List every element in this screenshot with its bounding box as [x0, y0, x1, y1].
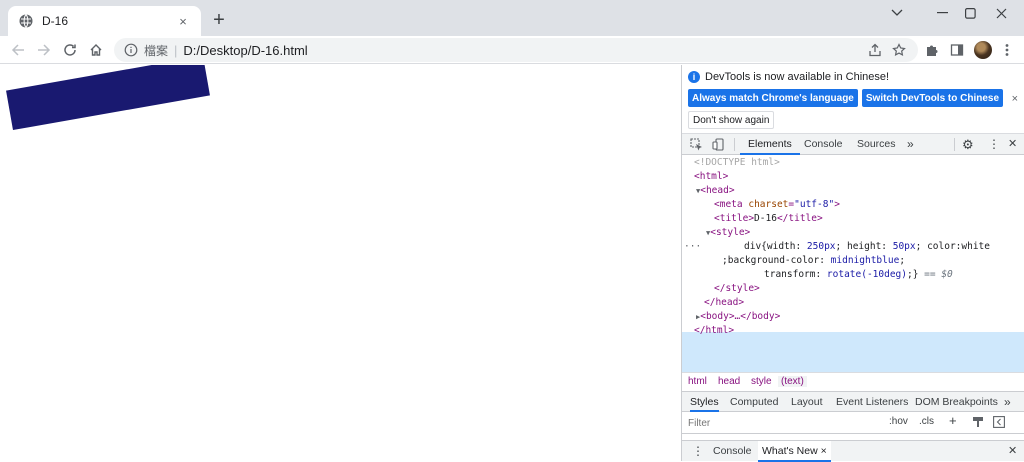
page-viewport [0, 65, 681, 461]
tab-search-icon[interactable] [874, 0, 920, 26]
back-button[interactable] [7, 39, 29, 61]
tab-layout[interactable]: Layout [791, 392, 823, 412]
close-devtools-icon[interactable]: ✕ [1008, 134, 1017, 155]
dom-node-meta[interactable]: <meta charset="utf-8"> [714, 198, 840, 212]
drawer-tab-console[interactable]: Console [713, 441, 752, 462]
site-label: 檔案 [144, 43, 169, 58]
tab-strip: D-16 × + [0, 0, 1024, 36]
devtools-language-infobar: i DevTools is now available in Chinese! … [682, 65, 1024, 134]
dom-node-title[interactable]: <title>D-16</title> [714, 212, 823, 226]
arrow-right-icon [38, 44, 51, 56]
dom-node-head[interactable]: ▼<head> [696, 184, 735, 198]
dom-node-html-close[interactable]: </html> [694, 324, 734, 338]
tab-close-icon[interactable]: × [175, 14, 191, 29]
dom-node-html[interactable]: <html> [694, 170, 728, 184]
selected-node-highlight [682, 332, 1024, 372]
dom-node-body[interactable]: ▶<body>…</body> [696, 310, 780, 324]
dom-node-head-close[interactable]: </head> [704, 296, 744, 310]
more-subtabs-icon[interactable]: » [1004, 392, 1011, 412]
arrow-left-icon [11, 44, 24, 56]
breadcrumb-style[interactable]: style [751, 376, 772, 387]
extensions-puzzle-icon[interactable] [923, 41, 941, 59]
devtools-panel: i DevTools is now available in Chinese! … [681, 65, 1024, 462]
browser-tab[interactable]: D-16 × [8, 6, 201, 36]
side-panel-icon[interactable] [948, 41, 966, 59]
inspect-element-icon[interactable] [689, 137, 703, 151]
css-text-line-1[interactable]: div{width: 250px; height: 50px; color:wh… [744, 240, 990, 254]
tab-title: D-16 [42, 14, 69, 28]
tab-styles[interactable]: Styles [690, 392, 719, 412]
styles-filter-bar: :hov .cls + [682, 412, 1024, 434]
breadcrumb-text[interactable]: (text) [778, 376, 807, 387]
switch-to-chinese-button[interactable]: Switch DevTools to Chinese [861, 89, 1004, 107]
rotated-div [6, 65, 210, 131]
new-tab-button[interactable]: + [208, 9, 230, 31]
devtools-drawer: ⋮ Console What's New × ✕ [682, 440, 1024, 462]
reload-button[interactable] [59, 39, 81, 61]
profile-avatar[interactable] [974, 41, 992, 59]
globe-icon [19, 14, 33, 28]
hov-toggle[interactable]: :hov [889, 416, 908, 427]
cls-toggle[interactable]: .cls [919, 416, 934, 427]
drawer-menu-icon[interactable]: ⋮ [692, 441, 704, 462]
settings-gear-icon[interactable]: ⚙ [962, 134, 974, 155]
browser-toolbar: 檔案 | D:/Desktop/D-16.html [0, 36, 1024, 64]
tab-dom-breakpoints[interactable]: DOM Breakpoints [915, 392, 998, 412]
devtools-main-tabs: Elements Console Sources » ⚙ ⋮ ✕ [682, 134, 1024, 155]
drawer-tab-whats-new[interactable]: What's New × [758, 441, 831, 462]
dom-node-style-close[interactable]: </style> [714, 282, 760, 296]
tab-computed[interactable]: Computed [730, 392, 778, 412]
dom-node-doctype[interactable]: <!DOCTYPE html> [694, 156, 780, 170]
tab-sources[interactable]: Sources [857, 134, 896, 155]
bookmark-star-icon[interactable] [890, 41, 908, 59]
tab-event-listeners[interactable]: Event Listeners [836, 392, 908, 412]
breadcrumb-head[interactable]: head [718, 376, 740, 387]
close-drawer-icon[interactable]: ✕ [1008, 441, 1017, 462]
home-icon [90, 44, 102, 56]
url-text[interactable]: D:/Desktop/D-16.html [183, 43, 307, 58]
infobar-close-icon[interactable]: × [1012, 93, 1018, 105]
tab-console[interactable]: Console [804, 134, 843, 155]
toggle-sidebar-icon[interactable] [993, 416, 1005, 431]
forward-button[interactable] [33, 39, 55, 61]
infobar-message: DevTools is now available in Chinese! [705, 71, 890, 83]
node-actions-dots-icon[interactable]: ··· [684, 240, 701, 254]
site-info-icon[interactable] [124, 43, 138, 57]
dom-tree: <!DOCTYPE html> <html> ▼<head> <meta cha… [682, 156, 1024, 372]
breadcrumb: html head style (text) [682, 372, 1024, 391]
tab-elements[interactable]: Elements [740, 134, 800, 155]
paint-brush-icon[interactable] [972, 416, 984, 431]
info-icon: i [688, 71, 700, 83]
styles-filter-input[interactable] [685, 415, 881, 431]
more-tabs-icon[interactable]: » [907, 134, 914, 155]
device-toolbar-icon[interactable] [711, 137, 725, 151]
dont-show-again-button[interactable]: Don't show again [688, 111, 775, 129]
devtools-menu-icon[interactable]: ⋮ [988, 134, 1000, 155]
breadcrumb-html[interactable]: html [688, 376, 707, 387]
styles-pane-tabs: Styles Computed Layout Event Listeners D… [682, 391, 1024, 412]
reload-icon [64, 44, 76, 56]
dom-node-style[interactable]: ▼<style> [706, 226, 750, 240]
close-whats-new-icon[interactable]: × [821, 445, 827, 457]
new-style-rule-icon[interactable]: + [949, 413, 957, 428]
always-match-language-button[interactable]: Always match Chrome's language [688, 89, 858, 107]
css-text-line-2[interactable]: ;background-color: midnightblue; [722, 254, 905, 268]
address-bar[interactable]: 檔案 | D:/Desktop/D-16.html [114, 38, 918, 62]
share-icon[interactable] [866, 41, 884, 59]
css-text-line-3[interactable]: transform: rotate(-10deg);} == $0 [764, 268, 953, 282]
address-separator: | [174, 42, 178, 58]
chrome-menu-icon[interactable] [998, 41, 1016, 59]
home-button[interactable] [85, 39, 107, 61]
window-close-button[interactable] [978, 0, 1024, 26]
